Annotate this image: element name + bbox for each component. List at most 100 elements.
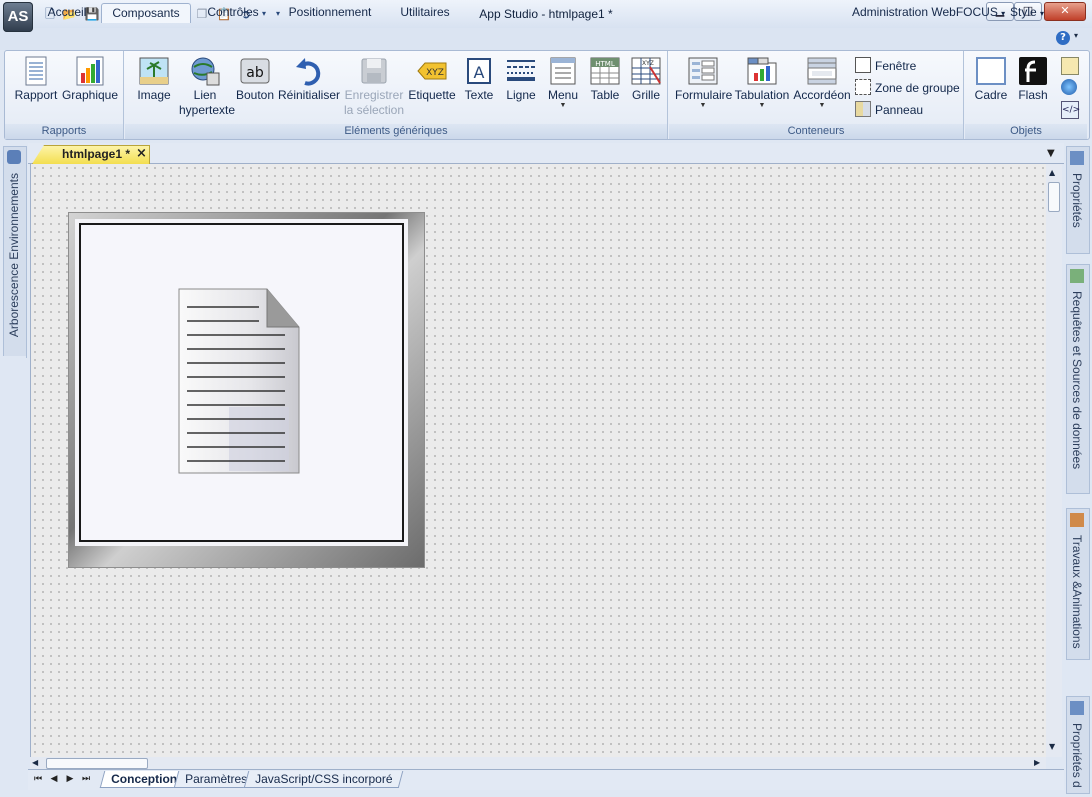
enregistrer-selection-button[interactable]: Enregistrer la sélection (343, 55, 405, 117)
table-label: Table (590, 88, 620, 102)
enregistrer-label: Enregistrer (344, 88, 404, 102)
reset-icon (296, 58, 321, 86)
tabulation-label: Tabulation (734, 88, 790, 102)
scroll-up-icon[interactable]: ▲ (1049, 168, 1055, 177)
right-panel-proprietes[interactable]: Propriétés (1066, 146, 1090, 254)
cadre-button[interactable]: Cadre (971, 55, 1011, 102)
rapport-label: Rapport (14, 88, 58, 102)
menu-button[interactable]: Menu ▼ (543, 55, 583, 110)
table-button[interactable]: HTML Table (585, 55, 625, 102)
panneau-button[interactable]: Panneau (855, 101, 923, 119)
chevron-down-icon[interactable]: ▾ (1074, 31, 1078, 40)
ligne-button[interactable]: Ligne (501, 55, 541, 102)
image-label: Image (137, 88, 171, 102)
right-panel-label-proprietes: Propriétés (1070, 173, 1084, 228)
vertical-scroll-thumb[interactable] (1048, 182, 1060, 212)
grid-icon: XYZ (631, 57, 661, 85)
animation-icon (1070, 513, 1084, 527)
bouton-button[interactable]: ab Bouton (233, 55, 277, 102)
tab-composants[interactable]: Composants (101, 3, 191, 23)
embed-code-icon[interactable]: </> (1061, 101, 1080, 119)
label-icon-badge: XYZ (426, 68, 444, 78)
group-label-objets: Objets (965, 124, 1087, 139)
formulaire-button[interactable]: Formulaire ▼ (675, 55, 732, 110)
right-panel-requetes[interactable]: Requêtes et Sources de données (1066, 264, 1090, 494)
accordion-icon (807, 57, 837, 85)
form-icon (688, 57, 718, 85)
accordeon-button[interactable]: Accordéon ▼ (793, 55, 851, 110)
first-tab-icon[interactable]: ⏮ (32, 773, 44, 785)
scroll-left-icon[interactable]: ◀ (32, 758, 38, 767)
horizontal-scroll-thumb[interactable] (46, 758, 148, 769)
style-menu[interactable]: Style ▾ (1010, 3, 1044, 22)
document-placeholder-icon (178, 288, 300, 474)
properties-icon (1070, 701, 1084, 715)
group-objets: Cadre Flash </> Objets (965, 51, 1087, 139)
grille-button[interactable]: XYZ Grille (627, 55, 665, 102)
tab-accueil[interactable]: Accueil (40, 3, 94, 22)
ribbon: Rapport Graphique Rapports Image Lien hy… (4, 50, 1090, 140)
fenetre-button[interactable]: Fenêtre (855, 57, 916, 75)
tab-javascript-css[interactable]: JavaScript/CSS incorporé (243, 771, 404, 788)
label-icon: XYZ (417, 62, 447, 80)
tab-utilitaires[interactable]: Utilitaires (392, 3, 458, 22)
reinitialiser-button[interactable]: Réinitialiser (277, 55, 341, 102)
tab-conception-label: Conception (111, 772, 178, 786)
graphique-button[interactable]: Graphique (61, 55, 119, 102)
applet-icon[interactable] (1061, 57, 1079, 75)
ribbon-tab-row (0, 28, 1092, 50)
close-button[interactable]: ✕ (1044, 2, 1086, 21)
globe-icon[interactable] (1061, 79, 1077, 95)
properties-icon (1070, 151, 1084, 165)
prev-tab-icon[interactable]: ◀ (48, 773, 60, 785)
right-panel-label-travaux: Travaux &Animations (1070, 535, 1084, 649)
app-logo[interactable]: AS (3, 2, 33, 32)
reinitialiser-label: Réinitialiser (277, 88, 341, 102)
image-placeholder[interactable] (68, 212, 425, 568)
zone-de-groupe-label: Zone de groupe (875, 81, 960, 95)
tree-icon (7, 150, 21, 164)
svg-text:ab: ab (246, 65, 264, 81)
scroll-down-icon[interactable]: ▼ (1049, 742, 1055, 751)
admin-webfocus-menu[interactable]: Administration WebFOCUS ▾ (852, 3, 1005, 22)
etiquette-button[interactable]: XYZ Etiquette (407, 55, 457, 102)
next-tab-icon[interactable]: ▶ (64, 773, 76, 785)
lien-hypertexte-button[interactable]: Lien hypertexte (179, 55, 235, 117)
horizontal-scrollbar[interactable]: ◀ ▶ (30, 757, 1046, 769)
rapport-button[interactable]: Rapport (11, 55, 61, 102)
group-rapports: Rapport Graphique Rapports (5, 51, 124, 139)
graphique-label: Graphique (61, 88, 119, 102)
tab-controles[interactable]: Contrôles (200, 3, 266, 22)
chevron-down-icon: ▾ (1001, 9, 1006, 18)
flash-button[interactable]: Flash (1013, 55, 1053, 102)
tab-positionnement[interactable]: Positionnement (278, 3, 382, 22)
left-panel-label: Arborescence Environnements (7, 173, 21, 338)
texte-button[interactable]: A Texte (459, 55, 499, 102)
vertical-scrollbar[interactable]: ▲ ▼ (1046, 164, 1062, 757)
chevron-down-icon: ▾ (1040, 9, 1045, 18)
image-placeholder-inner (79, 223, 404, 542)
group-box-icon (855, 79, 871, 95)
save-selection-icon (361, 58, 387, 84)
tab-javascript-css-label: JavaScript/CSS incorporé (255, 772, 393, 786)
etiquette-label: Etiquette (408, 88, 456, 102)
left-panel-environnements[interactable]: Arborescence Environnements (3, 146, 27, 358)
image-button[interactable]: Image (131, 55, 177, 102)
right-panel-label-proprietes-d: Propriétés d (1070, 723, 1084, 788)
menu-icon (550, 57, 576, 85)
help-icon[interactable]: ? (1056, 31, 1070, 45)
document-tab-label: htmlpage1 * (62, 147, 131, 161)
design-canvas[interactable] (30, 164, 1047, 757)
bouton-label: Bouton (235, 88, 275, 102)
close-icon[interactable]: × (136, 146, 147, 161)
style-label: Style (1010, 5, 1037, 19)
zone-de-groupe-button[interactable]: Zone de groupe (855, 79, 960, 97)
tab-list-dropdown-icon[interactable]: ▼ (1047, 148, 1055, 159)
report-icon (25, 56, 47, 86)
image-icon (139, 57, 169, 85)
tabulation-button[interactable]: Tabulation ▼ (733, 55, 791, 110)
right-panel-proprietes-d[interactable]: Propriétés d (1066, 696, 1090, 794)
right-panel-travaux[interactable]: Travaux &Animations (1066, 508, 1090, 660)
scroll-right-icon[interactable]: ▶ (1034, 758, 1040, 767)
last-tab-icon[interactable]: ⏭ (80, 773, 92, 785)
